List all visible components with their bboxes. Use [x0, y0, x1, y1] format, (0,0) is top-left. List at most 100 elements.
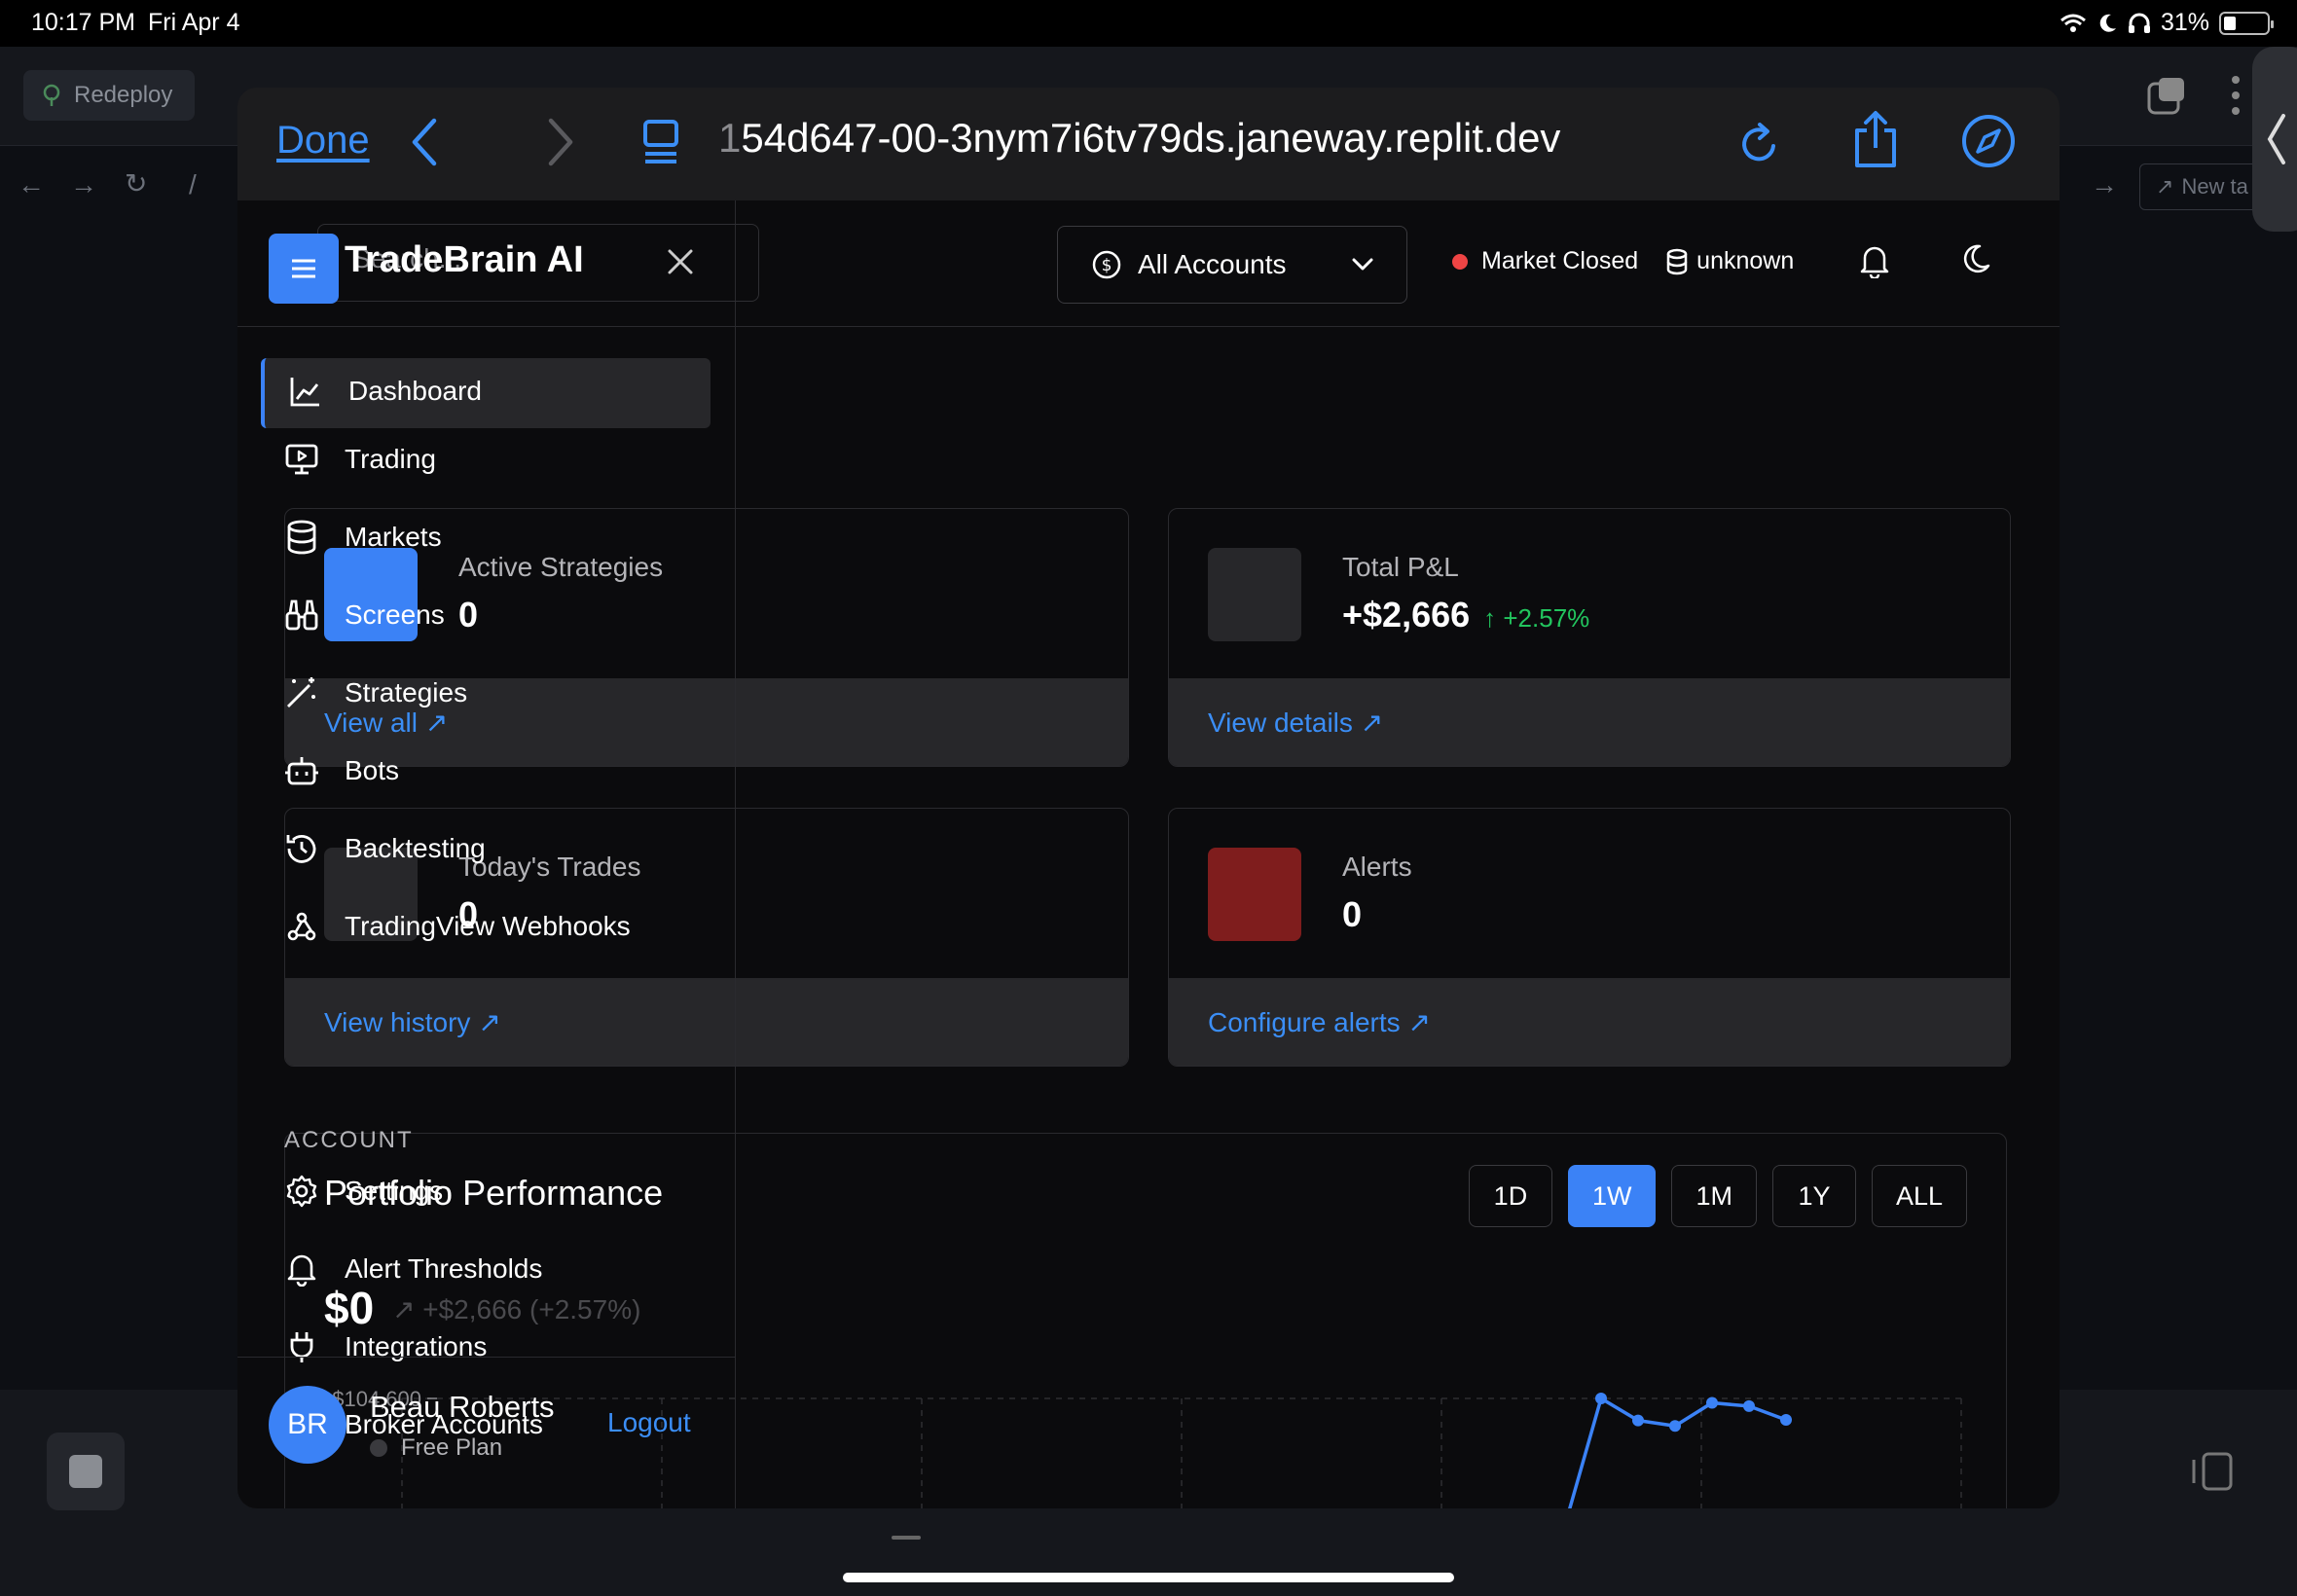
configure-alerts-link[interactable]: Configure alerts ↗ [1208, 1006, 1431, 1038]
sidebar-item-settings[interactable]: Settings [284, 1174, 443, 1209]
chart-line-icon [290, 378, 319, 407]
split-view-icon[interactable] [2188, 1450, 2235, 1493]
battery-icon [2219, 11, 2274, 35]
plug-icon [290, 1332, 313, 1362]
chevron-left-icon [2267, 114, 2285, 164]
tabs-icon[interactable] [2147, 76, 2188, 115]
sidebar-item-label: Trading [345, 444, 436, 474]
compass-icon[interactable] [1960, 113, 2017, 169]
user-name: Beau Roberts [370, 1390, 555, 1424]
close-icon[interactable] [666, 247, 695, 276]
sidebar-item-strategies[interactable]: Strategies [284, 675, 467, 710]
status-bar: 10:17 PM Fri Apr 4 31% [0, 0, 2297, 47]
brand-title: TradeBrain AI [345, 239, 584, 280]
gear-icon [286, 1175, 317, 1208]
total-pnl-card: Total P&L +$2,666 ↑ +2.57% View details ↗ [1168, 508, 2011, 767]
reload-icon[interactable] [1738, 121, 1781, 167]
background-path: / [189, 169, 197, 200]
card-value: 0 [1342, 894, 1363, 934]
sidebar-item-backtesting[interactable]: Backtesting [284, 831, 486, 866]
market-status-label: Market Closed [1481, 247, 1639, 274]
status-date: Fri Apr 4 [148, 9, 240, 36]
alerts-icon-tile [1208, 848, 1301, 941]
magic-wand-icon [287, 677, 315, 707]
sidebar: Search... TradeBrain AI Dashboard Tradin… [237, 200, 759, 1508]
sidebar-item-label: Markets [345, 522, 442, 552]
monitor-play-icon [285, 444, 318, 475]
menu-button[interactable] [269, 234, 339, 304]
plan-status-dot [370, 1439, 387, 1457]
url-text: 54d647-00-3nym7i6tv79ds.janeway.replit.d… [741, 115, 1561, 161]
webhook-icon [287, 912, 316, 941]
sidebar-item-label: Screens [345, 599, 445, 630]
data-point [1706, 1396, 1718, 1409]
history-icon [286, 835, 316, 863]
sidebar-item-label: Strategies [345, 677, 468, 707]
back-chevron-icon[interactable] [409, 117, 438, 167]
avatar: BR [269, 1386, 346, 1464]
sidebar-item-label: Alert Thresholds [345, 1253, 543, 1284]
sidebar-item-label: TradingView Webhooks [345, 911, 631, 941]
binoculars-icon [285, 599, 318, 631]
bell-icon [287, 1254, 316, 1287]
bot-icon [285, 757, 318, 785]
sidebar-item-trading[interactable]: Trading [284, 442, 436, 477]
side-panel-handle[interactable] [2252, 47, 2297, 232]
url-bar[interactable]: 154d647-00-3nym7i6tv79ds.janeway.replit.… [718, 115, 1560, 162]
card-value: +$2,666 ↑ +2.57% [1342, 595, 1590, 635]
sidebar-item-label: Settings [345, 1176, 444, 1206]
more-vertical-icon[interactable] [2229, 74, 2242, 117]
open-arrow-icon[interactable]: → [2091, 169, 2118, 200]
database-icon [1666, 248, 1688, 274]
back-arrow-icon[interactable]: ← [18, 169, 45, 200]
headphones-icon [2128, 13, 2150, 33]
series-line [1568, 1396, 1787, 1508]
card-label: Alerts [1342, 852, 1412, 882]
done-button[interactable]: Done [276, 119, 370, 163]
sidebar-item-label: Backtesting [345, 833, 486, 863]
url-prefix: 1 [718, 115, 742, 161]
moon-icon[interactable] [1960, 243, 1991, 276]
status-indicators: 31% [2060, 9, 2274, 37]
forward-chevron-icon[interactable] [547, 117, 576, 167]
reader-icon[interactable] [642, 119, 679, 165]
stop-icon [69, 1455, 102, 1488]
sidebar-item-markets[interactable]: Markets [284, 520, 442, 555]
data-source-label: unknown [1696, 247, 1795, 274]
pnl-icon-tile [1208, 548, 1301, 641]
moon-status-icon [2099, 14, 2116, 32]
bell-icon[interactable] [1859, 243, 1890, 278]
logout-button[interactable]: Logout [607, 1407, 691, 1438]
status-time: 10:17 PM [31, 9, 136, 36]
sidebar-item-screens[interactable]: Screens [284, 598, 445, 633]
sidebar-item-label: Integrations [345, 1331, 488, 1361]
view-details-link[interactable]: View details ↗ [1208, 707, 1383, 739]
plan-label: Free Plan [401, 1434, 503, 1461]
stop-button[interactable] [47, 1433, 125, 1510]
sidebar-item-tradingview-webhooks[interactable]: TradingView Webhooks [284, 909, 631, 944]
new-tab-label: New ta [2181, 174, 2248, 199]
sidebar-item-alert-thresholds[interactable]: Alert Thresholds [284, 1251, 542, 1287]
wifi-icon [2060, 14, 2086, 32]
account-section-heading: ACCOUNT [284, 1127, 414, 1153]
sidebar-item-dashboard[interactable]: Dashboard [288, 374, 482, 409]
reload-icon[interactable]: ↻ [125, 167, 147, 200]
dollar-circle-icon: $ [1092, 250, 1121, 279]
data-point [1743, 1399, 1755, 1412]
accounts-label: All Accounts [1138, 249, 1287, 279]
market-status-dot [1452, 253, 1468, 270]
profile-divider [237, 1357, 736, 1358]
accounts-select[interactable]: $ All Accounts [1057, 226, 1407, 304]
external-link-icon: ↗ [2156, 174, 2174, 199]
sidebar-item-bots[interactable]: Bots [284, 753, 399, 788]
forward-arrow-icon[interactable]: → [70, 169, 97, 200]
share-icon[interactable] [1851, 109, 1900, 169]
sidebar-item-label: Bots [345, 755, 400, 785]
chevron-down-icon [1352, 258, 1373, 271]
sheet-grabber[interactable] [892, 1536, 921, 1540]
home-indicator[interactable] [843, 1573, 1454, 1582]
sidebar-item-integrations[interactable]: Integrations [284, 1329, 487, 1364]
data-point [1632, 1414, 1644, 1427]
card-label: Total P&L [1342, 552, 1459, 582]
redeploy-button[interactable]: Redeploy [23, 70, 195, 121]
